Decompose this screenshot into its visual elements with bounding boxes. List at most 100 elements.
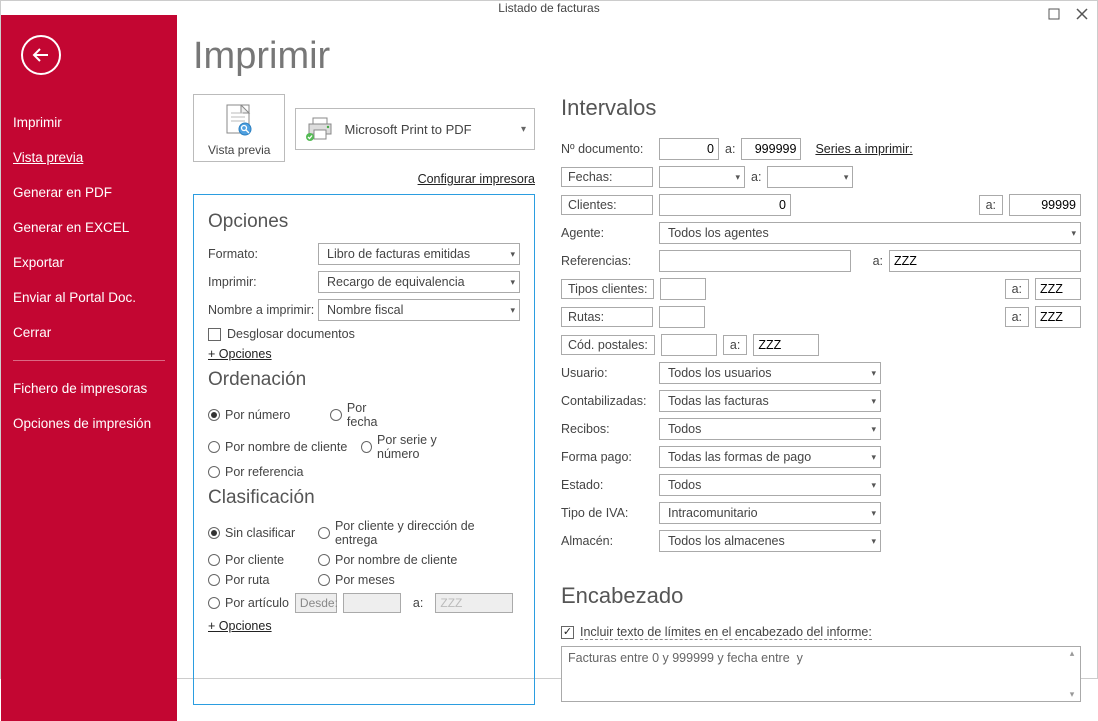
sidebar-item-imprimir[interactable]: Imprimir	[1, 105, 177, 140]
ndoc-to-input[interactable]	[741, 138, 801, 160]
chevron-down-icon: ▾	[844, 172, 849, 183]
cp-from-input[interactable]	[661, 334, 717, 356]
ordenacion-por-serie-numero[interactable]: Por serie y número	[361, 433, 469, 461]
cod-postales-button[interactable]: Cód. postales:	[561, 335, 655, 355]
scroll-up-icon: ▴	[1070, 648, 1075, 659]
sidebar-item-fichero-impresoras[interactable]: Fichero de impresoras	[1, 371, 177, 406]
preview-button[interactable]: Vista previa	[193, 94, 285, 162]
sidebar-item-vista-previa[interactable]: Vista previa	[1, 140, 177, 175]
clientes-from-input[interactable]	[659, 194, 791, 216]
formato-select[interactable]: Libro de facturas emitidas▾	[318, 243, 520, 265]
chevron-down-icon: ▾	[510, 277, 515, 288]
formato-label: Formato:	[208, 247, 318, 261]
print-dialog-window: Listado de facturas Imprimir Vista previ…	[0, 0, 1098, 679]
clasificacion-heading: Clasificación	[208, 487, 520, 509]
sidebar-item-opciones-impresion[interactable]: Opciones de impresión	[1, 406, 177, 441]
clasificacion-por-articulo[interactable]: Por artículo	[208, 596, 289, 610]
ordenacion-por-fecha[interactable]: Por fecha	[330, 401, 400, 429]
rutas-a-button[interactable]: a:	[1005, 307, 1029, 327]
ordenacion-por-referencia[interactable]: Por referencia	[208, 465, 304, 479]
clientes-a-button[interactable]: a:	[979, 195, 1003, 215]
arrow-left-icon	[31, 45, 51, 65]
clasificacion-por-cliente[interactable]: Por cliente	[208, 553, 318, 567]
printer-icon	[306, 115, 336, 143]
incluir-limites-checkbox[interactable]	[561, 626, 574, 639]
recibos-select[interactable]: Todos▾	[659, 418, 881, 440]
encabezado-textarea[interactable]	[561, 646, 1081, 702]
referencias-from-input[interactable]	[659, 250, 851, 272]
back-button[interactable]	[21, 35, 61, 75]
mas-opciones-link[interactable]: + Opciones	[208, 347, 272, 361]
desde-label: Desde:	[295, 593, 337, 613]
page-title: Imprimir	[193, 35, 535, 78]
fecha-to-input[interactable]: ▾	[767, 166, 853, 188]
sidebar-item-cerrar[interactable]: Cerrar	[1, 315, 177, 350]
clasificacion-por-nombre-cliente[interactable]: Por nombre de cliente	[318, 553, 520, 567]
opciones-heading: Opciones	[208, 211, 520, 233]
rutas-to-input[interactable]	[1035, 306, 1081, 328]
clasificacion-sin-clasificar[interactable]: Sin clasificar	[208, 519, 318, 547]
articulo-desde-input[interactable]	[343, 593, 401, 613]
preview-icon	[219, 101, 259, 141]
intervalos-heading: Intervalos	[561, 95, 1081, 121]
sidebar: Imprimir Vista previa Generar en PDF Gen…	[1, 15, 177, 721]
tipos-clientes-button[interactable]: Tipos clientes:	[561, 279, 654, 299]
imprimir-select[interactable]: Recargo de equivalencia▾	[318, 271, 520, 293]
incluir-limites-label: Incluir texto de límites en el encabezad…	[580, 625, 872, 640]
ndoc-label: Nº documento:	[561, 142, 659, 156]
chevron-down-icon: ▾	[871, 424, 876, 435]
series-imprimir-link[interactable]: Series a imprimir:	[815, 142, 912, 156]
clientes-to-input[interactable]	[1009, 194, 1081, 216]
fechas-button[interactable]: Fechas:	[561, 167, 653, 187]
maximize-icon[interactable]	[1045, 5, 1063, 23]
cp-a-button[interactable]: a:	[723, 335, 747, 355]
nombre-select[interactable]: Nombre fiscal▾	[318, 299, 520, 321]
ordenacion-por-numero[interactable]: Por número	[208, 401, 316, 429]
clasificacion-por-ruta[interactable]: Por ruta	[208, 573, 318, 587]
forma-pago-select[interactable]: Todas las formas de pago▾	[659, 446, 881, 468]
ordenacion-por-nombre-cliente[interactable]: Por nombre de cliente	[208, 433, 347, 461]
tipo-iva-select[interactable]: Intracomunitario▾	[659, 502, 881, 524]
a-label: a:	[873, 254, 883, 268]
sidebar-item-generar-pdf[interactable]: Generar en PDF	[1, 175, 177, 210]
mas-opciones-clasificacion-link[interactable]: + Opciones	[208, 619, 272, 633]
ndoc-from-input[interactable]	[659, 138, 719, 160]
rutas-button[interactable]: Rutas:	[561, 307, 653, 327]
contabilizadas-select[interactable]: Todas las facturas▾	[659, 390, 881, 412]
referencias-to-input[interactable]	[889, 250, 1081, 272]
tipos-a-button[interactable]: a:	[1005, 279, 1029, 299]
scroll-down-icon: ▾	[1070, 689, 1075, 700]
chevron-down-icon: ▾	[510, 249, 515, 260]
tipos-to-input[interactable]	[1035, 278, 1081, 300]
printer-selector[interactable]: Microsoft Print to PDF ▾	[295, 108, 535, 150]
chevron-down-icon: ▾	[510, 305, 515, 316]
estado-select[interactable]: Todos▾	[659, 474, 881, 496]
sidebar-item-generar-excel[interactable]: Generar en EXCEL	[1, 210, 177, 245]
chevron-down-icon: ▾	[871, 480, 876, 491]
rutas-from-input[interactable]	[659, 306, 705, 328]
titlebar: Listado de facturas	[1, 1, 1097, 15]
sidebar-item-exportar[interactable]: Exportar	[1, 245, 177, 280]
chevron-down-icon: ▾	[1071, 228, 1076, 239]
cp-to-input[interactable]	[753, 334, 819, 356]
clasificacion-por-meses[interactable]: Por meses	[318, 573, 520, 587]
tipos-from-input[interactable]	[660, 278, 706, 300]
clasificacion-por-cliente-direccion[interactable]: Por cliente y dirección de entrega	[318, 519, 520, 547]
usuario-select[interactable]: Todos los usuarios▾	[659, 362, 881, 384]
scrollbar[interactable]: ▴▾	[1065, 648, 1079, 700]
close-icon[interactable]	[1073, 5, 1091, 23]
fecha-from-input[interactable]: ▾	[659, 166, 745, 188]
referencias-label: Referencias:	[561, 254, 659, 268]
desglosar-checkbox[interactable]	[208, 328, 221, 341]
almacen-select[interactable]: Todos los almacenes▾	[659, 530, 881, 552]
chevron-down-icon: ▾	[871, 508, 876, 519]
configure-printer-link[interactable]: Configurar impresora	[193, 172, 535, 186]
articulo-hasta-input[interactable]	[435, 593, 513, 613]
sidebar-item-enviar-portal[interactable]: Enviar al Portal Doc.	[1, 280, 177, 315]
agente-select[interactable]: Todos los agentes▾	[659, 222, 1081, 244]
chevron-down-icon: ▾	[521, 124, 526, 135]
contabilizadas-label: Contabilizadas:	[561, 394, 659, 408]
chevron-down-icon: ▾	[871, 452, 876, 463]
options-panel: Opciones Formato: Libro de facturas emit…	[193, 194, 535, 705]
clientes-button[interactable]: Clientes:	[561, 195, 653, 215]
